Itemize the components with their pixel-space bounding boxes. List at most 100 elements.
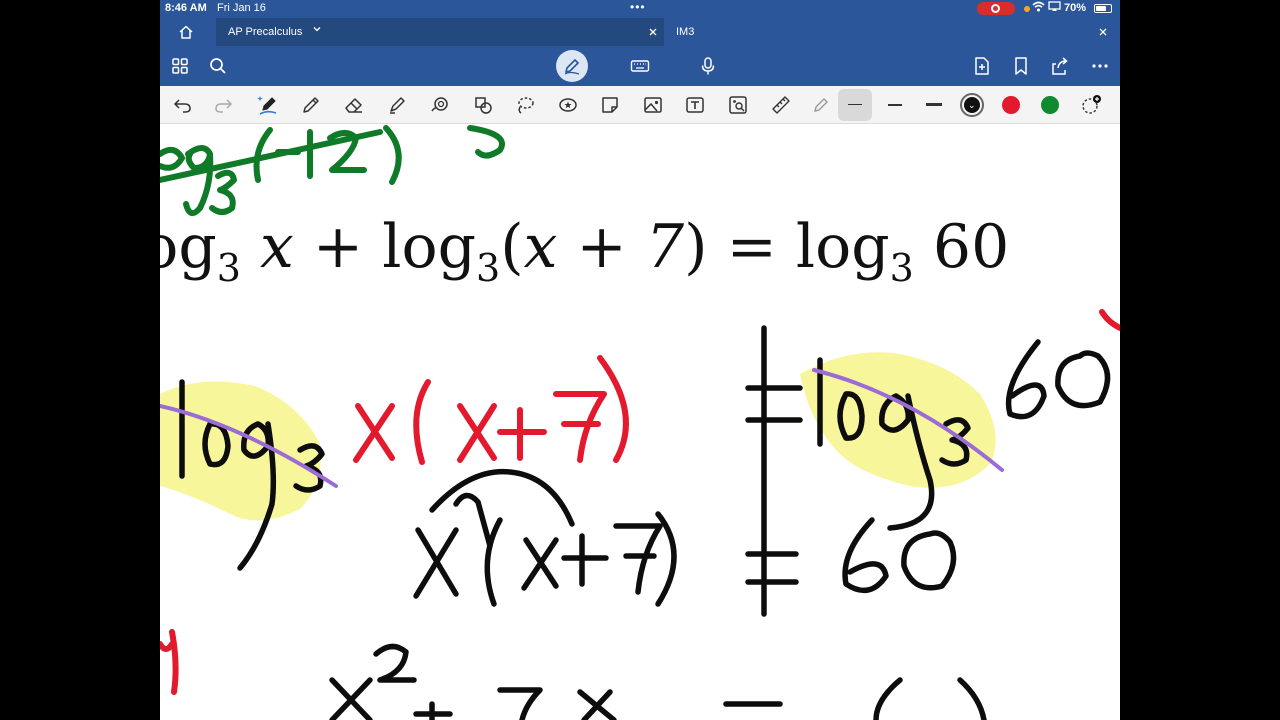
close-tab-icon[interactable] — [648, 24, 658, 40]
color-red[interactable] — [1002, 96, 1020, 114]
new-page-icon[interactable] — [972, 56, 992, 76]
ink-stroke — [329, 677, 373, 720]
keyboard-icon[interactable] — [630, 56, 650, 76]
redo-icon[interactable] — [212, 94, 234, 116]
tab-bar: AP Precalculus IM3 — [160, 18, 1120, 46]
eq-var: x — [260, 212, 294, 282]
pen-width-thin[interactable] — [848, 104, 862, 105]
sticky-note-icon[interactable] — [599, 94, 621, 116]
eq-plus: + — [312, 212, 364, 282]
draw-mode-button[interactable] — [556, 50, 588, 82]
battery-percent: 70% — [1064, 2, 1087, 14]
ink-stroke — [873, 677, 903, 720]
draw-pen-icon — [564, 59, 580, 75]
chevron-down-icon[interactable] — [312, 24, 322, 37]
eraser-icon[interactable] — [343, 94, 365, 116]
ink-stroke — [497, 687, 543, 720]
image-search-icon[interactable] — [727, 94, 749, 116]
close-tab-icon[interactable] — [1098, 24, 1108, 40]
draw-toolbar: ⌄ — [160, 86, 1120, 124]
chevron-down-icon: ⌄ — [968, 100, 976, 110]
battery-icon — [1094, 4, 1112, 13]
pen-width-thick[interactable] — [926, 103, 942, 106]
ink-stroke — [745, 551, 799, 585]
shapes-icon[interactable] — [472, 94, 494, 116]
ink-stroke — [383, 125, 402, 185]
ink-stroke — [901, 530, 957, 591]
microphone-in-use-dot — [1024, 6, 1030, 12]
undo-icon[interactable] — [172, 94, 194, 116]
ink-stroke — [353, 403, 395, 463]
tab-label: IM3 — [676, 26, 695, 38]
eq-base-2: 3 — [476, 246, 501, 290]
color-black-selected[interactable]: ⌄ — [960, 93, 984, 117]
wifi-icon — [1032, 1, 1045, 15]
ink-stroke — [160, 146, 185, 171]
ink-stroke — [561, 533, 609, 587]
pen-icon[interactable] — [300, 94, 322, 116]
ink-stroke — [553, 391, 607, 463]
pencil-icon[interactable] — [810, 94, 832, 116]
multitasking-dots-icon[interactable]: ••• — [630, 0, 646, 14]
screen-recording-indicator[interactable] — [977, 2, 1015, 15]
sticker-icon[interactable] — [557, 94, 579, 116]
more-icon[interactable] — [1090, 56, 1110, 76]
eq-equals: = — [726, 212, 777, 282]
ink-stroke — [373, 643, 417, 683]
ink-stroke — [413, 379, 431, 465]
pen-width-medium[interactable] — [888, 104, 902, 106]
search-icon[interactable] — [208, 56, 228, 76]
ink-stroke — [842, 517, 889, 594]
ink-stroke — [183, 145, 214, 217]
ink-stroke — [577, 689, 617, 720]
color-green[interactable] — [1041, 96, 1059, 114]
tab-ap-precalculus[interactable]: AP Precalculus — [216, 18, 664, 46]
tab-im3[interactable]: IM3 — [666, 18, 1114, 46]
ink-stroke — [457, 403, 497, 463]
ink-stroke — [467, 125, 505, 159]
ink-stroke — [209, 169, 237, 215]
eq-base-3: 3 — [889, 246, 914, 290]
ink-stroke — [413, 527, 459, 599]
ink-stroke — [745, 385, 803, 423]
tab-label: AP Precalculus — [228, 26, 303, 38]
add-color-icon[interactable] — [1080, 94, 1102, 116]
grid-icon[interactable] — [170, 56, 190, 76]
eq-log-3: log — [795, 212, 890, 282]
status-date: Fri Jan 16 — [217, 2, 266, 14]
eq-base-1: 3 — [216, 246, 241, 290]
ink-stroke — [1005, 339, 1047, 420]
share-icon[interactable] — [1050, 56, 1070, 76]
note-canvas[interactable]: log3 x + log3(x + 7) = log3 60 — [160, 124, 1120, 720]
home-icon[interactable] — [178, 24, 194, 40]
ink-stroke — [1099, 309, 1120, 331]
eq-log-2: log — [382, 212, 477, 282]
screen-mirroring-icon — [1048, 1, 1061, 15]
status-bar: 8:46 AM Fri Jan 16 ••• 70% — [160, 0, 1120, 18]
eq-log-1: log — [160, 212, 217, 282]
lasso-select-icon[interactable] — [514, 94, 536, 116]
eq-value: 60 — [932, 212, 1010, 282]
bookmark-icon[interactable] — [1011, 56, 1031, 76]
ink-to-text-pen-icon[interactable] — [257, 94, 279, 116]
microphone-icon[interactable] — [698, 56, 718, 76]
notebook-app: 8:46 AM Fri Jan 16 ••• 70% AP Precalculu… — [160, 0, 1120, 720]
status-time: 8:46 AM — [165, 2, 207, 14]
ink-stroke — [497, 407, 547, 461]
ink-stroke — [413, 701, 453, 720]
pen-width-thin-selected[interactable] — [838, 89, 872, 121]
text-box-icon[interactable] — [684, 94, 706, 116]
eq-inner: x + 7 — [523, 212, 685, 282]
lasso-shape-icon[interactable] — [429, 94, 451, 116]
ink-stroke — [521, 537, 559, 591]
ruler-icon[interactable] — [770, 94, 792, 116]
highlighter-icon[interactable] — [386, 94, 408, 116]
ink-stroke — [613, 523, 663, 595]
ink-stroke — [160, 641, 175, 652]
menu-bar — [160, 46, 1120, 86]
ink-stroke — [453, 492, 493, 549]
eq-close-paren: ) — [684, 212, 708, 282]
ink-stroke — [597, 355, 629, 463]
ink-stroke — [429, 468, 575, 527]
image-icon[interactable] — [642, 94, 664, 116]
